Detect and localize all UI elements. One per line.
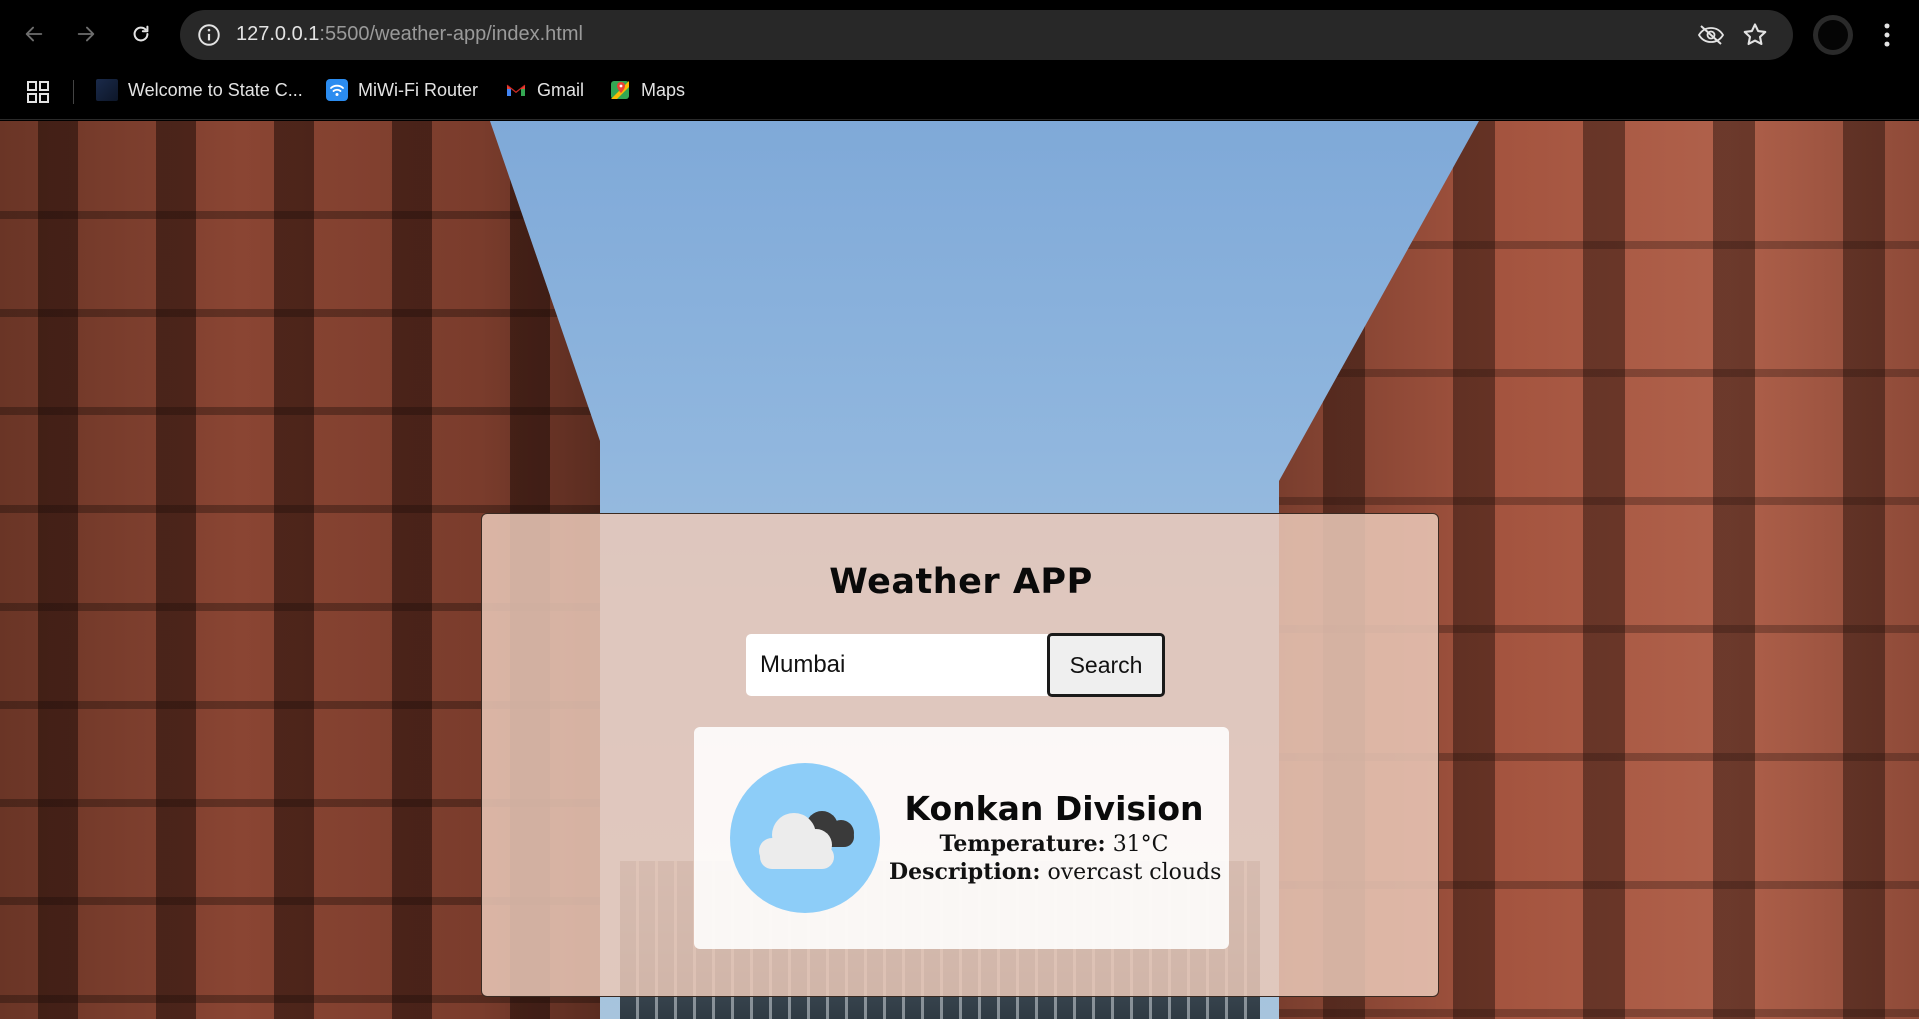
wifi-icon [326,79,348,101]
reload-icon [133,25,149,42]
url-text[interactable]: 127.0.0.1:5500/weather-app/index.html [236,23,583,46]
temperature-label: Temperature: [939,831,1106,857]
weather-icon-badge [730,763,880,913]
reload-button[interactable] [125,18,157,50]
forward-button[interactable] [70,18,102,50]
back-button[interactable] [18,18,50,50]
more-menu-icon[interactable] [1872,18,1902,52]
browser-toolbar: 127.0.0.1:5500/weather-app/index.html [0,0,1919,70]
bookmark-separator [73,80,74,104]
search-button[interactable]: Search [1047,633,1165,697]
apps-grid-icon[interactable] [26,80,50,104]
weather-app-container: Weather APP Search [481,513,1439,997]
page-viewport: Weather APP Search [0,121,1919,1019]
address-bar[interactable]: 127.0.0.1:5500/weather-app/index.html [180,10,1793,60]
arrow-right-icon [77,26,95,42]
app-title: Weather APP [829,562,1093,602]
description-value: overcast clouds [1047,860,1222,885]
cloud-icon [759,811,854,869]
description-label: Description: [889,859,1041,885]
city-name: Konkan Division [904,789,1204,828]
site-info-icon[interactable] [196,22,222,48]
bookmark-label: Welcome to State C... [128,79,303,100]
arrow-left-icon [25,26,43,42]
avatar-icon [1818,20,1848,50]
temperature-line: Temperature: 31°C [889,831,1219,857]
bookmark-label: Gmail [537,79,585,100]
bookmark-star-icon[interactable] [1741,21,1769,49]
gmail-icon [505,79,527,101]
url-host: 127.0.0.1 [236,23,320,45]
profile-avatar[interactable] [1813,15,1853,55]
tracking-protection-icon[interactable] [1697,22,1725,48]
temperature-value: 31°C [1112,832,1169,857]
bookmark-maps[interactable]: Maps [609,75,685,105]
bookmark-label: MiWi-Fi Router [358,79,478,100]
bookmark-miwifi[interactable]: MiWi-Fi Router [326,75,478,105]
bookmark-welcome[interactable]: Welcome to State C... [96,75,303,105]
weather-result-card: Konkan Division Temperature: 31°C Descri… [694,727,1229,949]
url-path: :5500/weather-app/index.html [319,23,583,45]
bookmark-gmail[interactable]: Gmail [505,75,584,105]
maps-icon [609,79,631,101]
bookmark-label: Maps [641,79,686,100]
city-search-input[interactable] [746,634,1048,696]
description-line: Description: overcast clouds [889,859,1222,885]
site-favicon-icon [96,79,118,101]
